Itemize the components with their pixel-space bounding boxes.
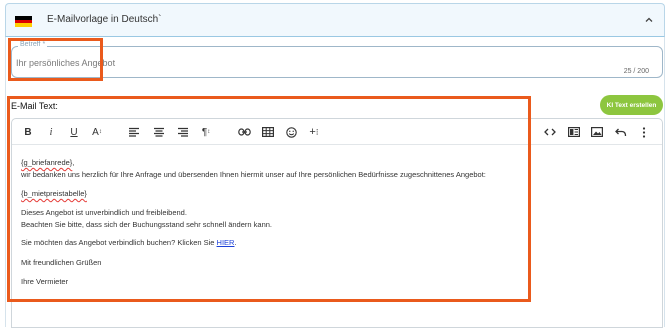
more-icon[interactable]: [637, 125, 651, 139]
german-flag-icon: [15, 16, 32, 28]
subject-highlight-box: [8, 38, 103, 81]
email-text-highlight-box: [7, 96, 531, 302]
accordion-header[interactable]: E-Mailvorlage in Deutsch`: [5, 3, 665, 37]
accordion-title: E-Mailvorlage in Deutsch`: [47, 14, 162, 25]
chevron-up-icon[interactable]: [644, 15, 654, 25]
ai-generate-text-button[interactable]: KI Text erstellen: [600, 95, 663, 115]
flag-stripe-gold: [15, 23, 32, 28]
undo-icon[interactable]: [614, 125, 628, 139]
code-view-icon[interactable]: [543, 125, 557, 139]
image-icon[interactable]: [590, 125, 604, 139]
template-icon[interactable]: [567, 125, 581, 139]
subject-char-counter: 25 / 200: [623, 68, 649, 75]
